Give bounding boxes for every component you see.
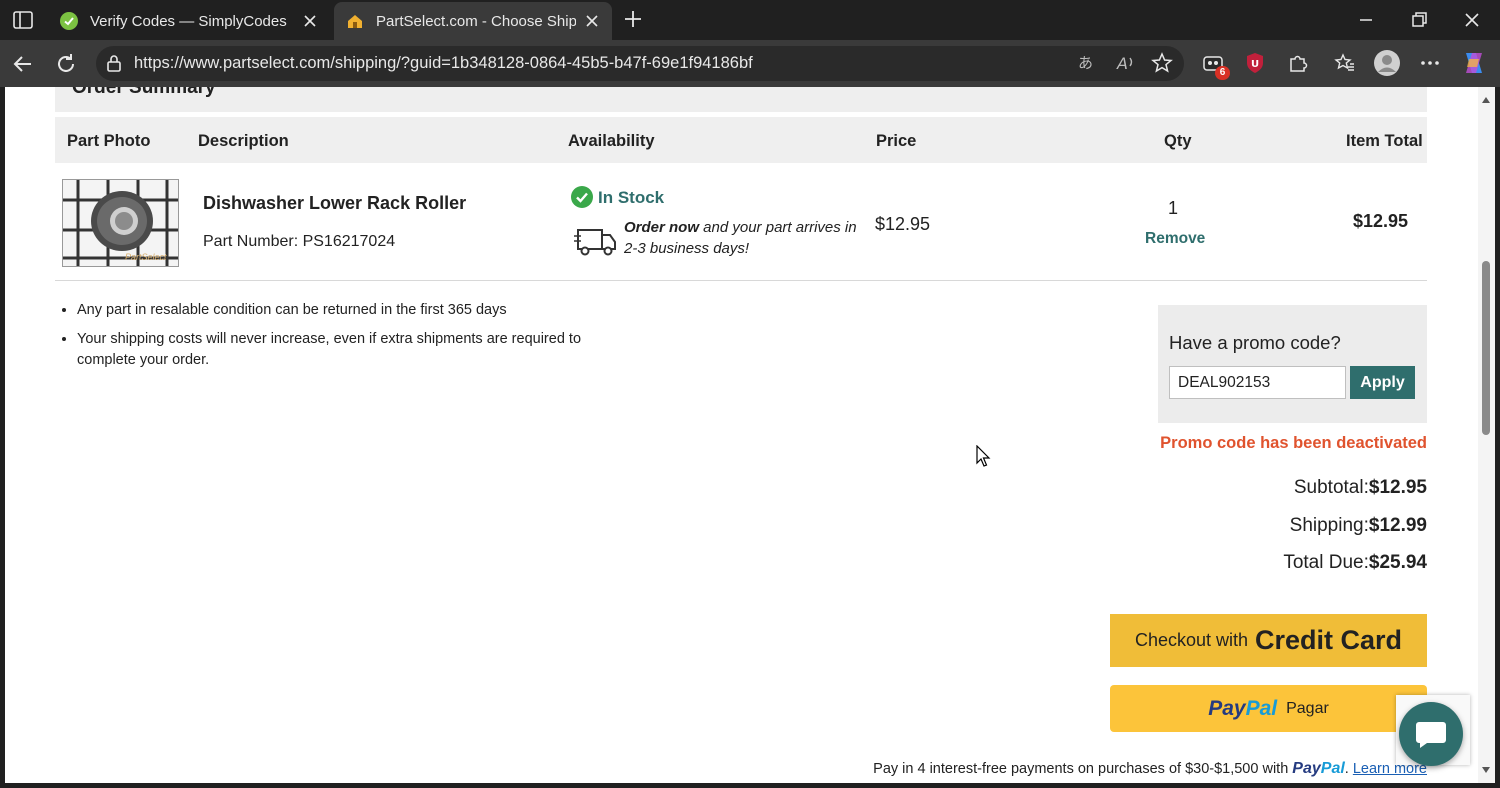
mouse-cursor-icon — [976, 445, 991, 467]
ublock-shield-icon[interactable]: U — [1243, 51, 1267, 75]
new-tab-icon[interactable] — [622, 8, 644, 30]
close-tab-icon[interactable] — [302, 13, 318, 29]
tab-partselect-shipping[interactable]: PartSelect.com - Choose Shipping — [334, 2, 612, 40]
column-header-qty: Qty — [1164, 132, 1192, 150]
column-header-availability: Availability — [568, 132, 655, 150]
close-window-icon[interactable] — [1462, 10, 1482, 30]
paypal-checkout-button[interactable]: PayPal Pagar — [1110, 685, 1427, 732]
tab-actions-icon[interactable] — [12, 9, 34, 31]
remove-item-link[interactable]: Remove — [1145, 230, 1205, 248]
checkout-button-prefix: Checkout with — [1134, 630, 1249, 650]
check-circle-icon — [571, 186, 593, 208]
shipping-label: Shipping: — [1289, 515, 1369, 536]
part-number: Part Number: PS16217024 — [203, 233, 396, 250]
promo-code-input[interactable] — [1169, 366, 1346, 399]
product-name[interactable]: Dishwasher Lower Rack Roller — [203, 193, 466, 214]
back-icon[interactable] — [11, 52, 35, 76]
list-item: Your shipping costs will never increase,… — [77, 329, 597, 371]
promo-code-panel — [1158, 305, 1427, 423]
tab-verify-codes[interactable]: Verify Codes — SimplyCodes — [48, 2, 330, 40]
shipping-estimate: Order now and your part arrives in 2-3 b… — [624, 217, 864, 259]
photo-watermark: PartSelect — [125, 252, 167, 262]
subtotal-line: Subtotal:$12.95 — [1294, 477, 1427, 499]
more-menu-icon[interactable] — [1418, 51, 1442, 75]
reload-icon[interactable] — [54, 52, 78, 76]
svg-text:A: A — [1116, 54, 1128, 73]
scroll-up-icon[interactable] — [1481, 95, 1491, 105]
chat-button[interactable] — [1399, 702, 1463, 766]
pay-later-text: Pay in 4 interest-free payments on purch… — [873, 761, 1293, 777]
checkout-button-main: Credit Card — [1255, 625, 1403, 655]
site-info-icon[interactable] — [104, 53, 124, 73]
order-summary-title: Order Summary — [72, 87, 216, 98]
total-due-value: $25.94 — [1368, 552, 1427, 573]
unit-price: $12.95 — [875, 214, 931, 234]
copilot-icon[interactable] — [1460, 49, 1488, 77]
part-photo[interactable]: PartSelect — [62, 179, 179, 267]
column-header-price: Price — [876, 132, 917, 150]
quantity-value: 1 — [1168, 198, 1179, 218]
shipping-line: Shipping:$12.99 — [1290, 515, 1427, 537]
pay-later-message: Pay in 4 interest-free payments on purch… — [873, 760, 1427, 777]
shipping-estimate-lead: Order now — [624, 219, 700, 236]
paypal-inline-logo: PayPal — [1292, 760, 1345, 777]
apply-promo-button[interactable]: Apply — [1350, 366, 1415, 399]
row-divider — [55, 280, 1427, 281]
promo-code-title: Have a promo code? — [1169, 332, 1341, 353]
paypal-logo: PayPal — [1208, 696, 1278, 720]
delivery-truck-icon — [574, 229, 616, 256]
availability-status: In Stock — [598, 188, 665, 207]
subtotal-label: Subtotal: — [1293, 477, 1369, 498]
scroll-down-icon[interactable] — [1481, 765, 1491, 775]
minimize-icon[interactable] — [1356, 10, 1376, 30]
column-header-item-total: Item Total — [1346, 132, 1423, 150]
scrollbar-thumb[interactable] — [1482, 261, 1490, 435]
extension-badge: 6 — [1215, 66, 1230, 80]
favorite-star-icon[interactable] — [1150, 51, 1174, 75]
favorites-collection-icon[interactable] — [1333, 51, 1357, 75]
profile-avatar-icon[interactable] — [1373, 49, 1401, 77]
partselect-favicon-icon — [348, 15, 362, 28]
checkout-credit-card-button[interactable]: Checkout with Credit Card — [1110, 614, 1427, 667]
subtotal-value: $12.95 — [1368, 477, 1427, 498]
list-item: Any part in resalable condition can be r… — [77, 300, 597, 321]
close-tab-icon[interactable] — [584, 13, 600, 29]
svg-text:あ: あ — [1078, 54, 1093, 72]
simplycodes-favicon-icon — [60, 12, 78, 30]
vertical-scrollbar[interactable] — [1478, 87, 1495, 783]
translate-icon[interactable]: あ — [1076, 51, 1100, 75]
shipping-value: $12.99 — [1368, 515, 1427, 536]
svg-text:U: U — [1251, 59, 1259, 70]
chat-bubble-icon — [1416, 722, 1446, 748]
url-text[interactable]: https://www.partselect.com/shipping/?gui… — [134, 54, 753, 73]
tab-title: PartSelect.com - Choose Shipping — [376, 12, 576, 30]
paypal-action-label: Pagar — [1286, 699, 1329, 717]
tab-bar: Verify Codes — SimplyCodes PartSelect.co… — [0, 0, 1500, 40]
read-aloud-icon[interactable]: A — [1114, 51, 1138, 75]
policy-notes: Any part in resalable condition can be r… — [77, 300, 597, 379]
page-viewport: Order Summary Part Photo Description Ava… — [5, 87, 1478, 783]
item-total: $12.95 — [1353, 211, 1409, 231]
restore-icon[interactable] — [1409, 10, 1429, 30]
column-header-part-photo: Part Photo — [67, 132, 151, 150]
total-due-label: Total Due: — [1283, 552, 1369, 573]
extensions-puzzle-icon[interactable] — [1286, 51, 1310, 75]
total-due-line: Total Due:$25.94 — [1283, 552, 1427, 574]
column-header-description: Description — [198, 132, 289, 150]
promo-error-message: Promo code has been deactivated — [1160, 434, 1427, 452]
order-summary-header-bar — [55, 87, 1427, 112]
tab-title: Verify Codes — SimplyCodes — [90, 12, 287, 30]
